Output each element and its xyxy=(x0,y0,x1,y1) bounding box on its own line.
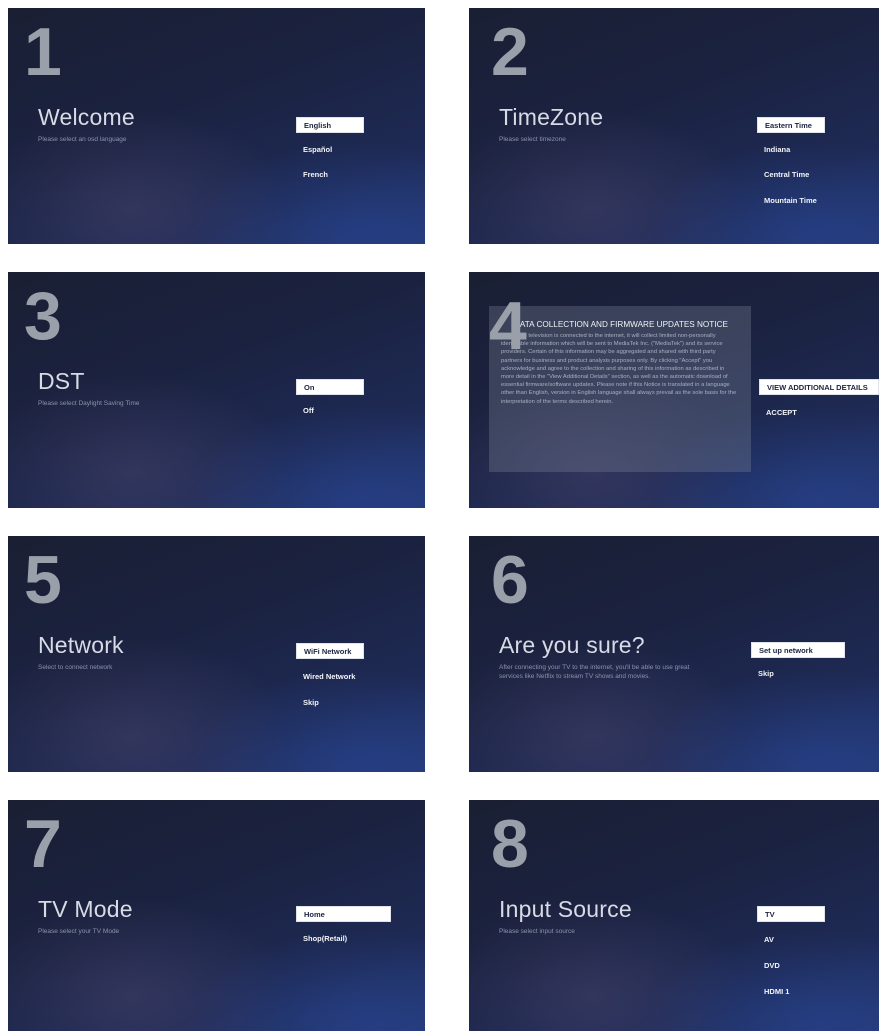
option-on[interactable]: On xyxy=(296,379,364,395)
option-tv[interactable]: TV xyxy=(757,906,825,922)
screen-network: 5 Network Select to connect network WiFi… xyxy=(8,536,425,772)
screen-subtitle: Please select an osd language xyxy=(38,136,127,143)
option-hdmi-1[interactable]: HDMI 1 xyxy=(757,984,825,1000)
notice-panel: DATA COLLECTION AND FIRMWARE UPDATES NOT… xyxy=(489,306,751,472)
screen-title: Welcome xyxy=(38,104,135,130)
screen-input-source: 8 Input Source Please select input sourc… xyxy=(469,800,879,1031)
option-wifi-network[interactable]: WiFi Network xyxy=(296,643,364,659)
step-number: 5 xyxy=(24,542,62,618)
screen-data-notice: DATA COLLECTION AND FIRMWARE UPDATES NOT… xyxy=(469,272,879,508)
option-av[interactable]: AV xyxy=(757,932,825,948)
option-central-time[interactable]: Central Time xyxy=(757,167,825,183)
screen-are-you-sure: 6 Are you sure? After connecting your TV… xyxy=(469,536,879,772)
step-number: 3 xyxy=(24,278,62,354)
screen-subtitle: Please select your TV Mode xyxy=(38,928,120,935)
option-mountain-time[interactable]: Mountain Time xyxy=(757,193,837,209)
notice-title: DATA COLLECTION AND FIRMWARE UPDATES NOT… xyxy=(514,320,728,329)
skip-button[interactable]: Skip xyxy=(751,666,819,682)
notice-body: When this television is connected to the… xyxy=(501,333,737,405)
screen-welcome: 1 Welcome Please select an osd language … xyxy=(8,8,425,244)
option-dvd[interactable]: DVD xyxy=(757,958,825,974)
option-english[interactable]: English xyxy=(296,117,364,133)
screen-title: Are you sure? xyxy=(499,632,645,658)
step-number: 8 xyxy=(491,806,529,882)
option-skip[interactable]: Skip xyxy=(296,695,364,711)
screen-timezone: 2 TimeZone Please select timezone Easter… xyxy=(469,8,879,244)
screen-dst: 3 DST Please select Daylight Saving Time… xyxy=(8,272,425,508)
step-number: 1 xyxy=(24,14,62,90)
option-wired-network[interactable]: Wired Network xyxy=(296,669,376,685)
screen-title: Network xyxy=(38,632,124,658)
screen-subtitle: Please select Daylight Saving Time xyxy=(38,400,140,407)
option-shop-retail[interactable]: Shop(Retail) xyxy=(296,931,376,947)
option-indiana[interactable]: Indiana xyxy=(757,142,825,158)
screen-subtitle: After connecting your TV to the internet… xyxy=(499,664,690,680)
screen-title: TV Mode xyxy=(38,896,133,922)
screen-title: TimeZone xyxy=(499,104,604,130)
screen-tv-mode: 7 TV Mode Please select your TV Mode Hom… xyxy=(8,800,425,1031)
step-number: 6 xyxy=(491,542,529,618)
view-additional-details-button[interactable]: VIEW ADDITIONAL DETAILS xyxy=(759,379,879,395)
set-up-network-button[interactable]: Set up network xyxy=(751,642,845,658)
option-french[interactable]: French xyxy=(296,167,364,183)
step-number: 2 xyxy=(491,14,529,90)
screen-title: DST xyxy=(38,368,85,394)
option-eastern-time[interactable]: Eastern Time xyxy=(757,117,825,133)
option-home[interactable]: Home xyxy=(296,906,391,922)
option-espanol[interactable]: Español xyxy=(296,142,364,158)
accept-button[interactable]: ACCEPT xyxy=(759,405,839,421)
screen-subtitle: Please select input source xyxy=(499,928,575,935)
screen-title: Input Source xyxy=(499,896,632,922)
step-number: 7 xyxy=(24,806,62,882)
step-number: 4 xyxy=(489,288,527,364)
option-off[interactable]: Off xyxy=(296,403,364,419)
screen-subtitle: Please select timezone xyxy=(499,136,566,143)
screen-subtitle: Select to connect network xyxy=(38,664,113,671)
